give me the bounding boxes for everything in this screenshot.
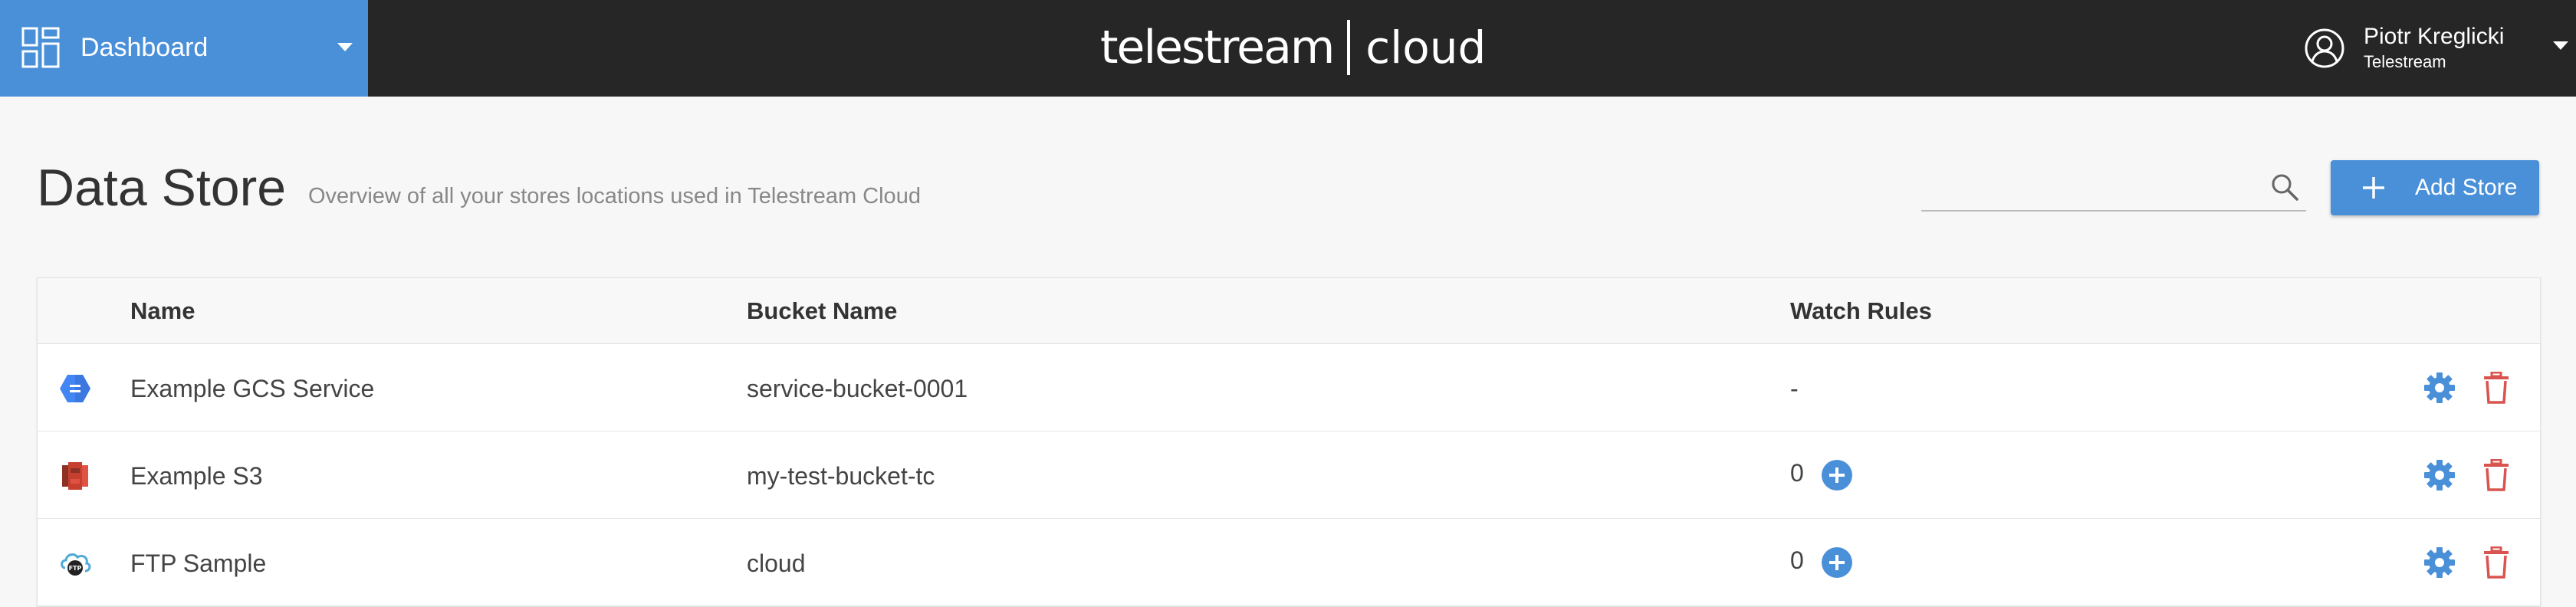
brand-logo: telestream cloud xyxy=(1100,17,1486,78)
delete-trash-icon[interactable] xyxy=(2482,459,2511,491)
page-title: Data Store xyxy=(37,159,287,217)
user-name: Piotr Kreglicki xyxy=(2364,24,2505,49)
watch-rules-count: 0 xyxy=(1790,459,1804,487)
delete-trash-icon[interactable] xyxy=(2482,372,2511,404)
add-watch-rule-icon[interactable] xyxy=(1821,546,1853,579)
table-header: Name Bucket Name Watch Rules xyxy=(38,278,2540,344)
user-menu[interactable]: Piotr Kreglicki Telestream xyxy=(2304,23,2568,74)
settings-gear-icon[interactable] xyxy=(2423,372,2456,404)
add-watch-rule-icon[interactable] xyxy=(1821,459,1853,491)
column-header-bucket-name[interactable]: Bucket Name xyxy=(747,297,897,326)
search-box xyxy=(1921,161,2306,212)
user-organization: Telestream xyxy=(2364,52,2446,71)
brand-name: telestream xyxy=(1100,21,1335,74)
svg-text:FTP: FTP xyxy=(69,565,82,572)
plus-icon xyxy=(2363,177,2384,199)
bucket-name: cloud xyxy=(747,550,806,577)
add-store-label: Add Store xyxy=(2415,175,2518,200)
data-store-table: Name Bucket Name Watch Rules Example GCS… xyxy=(37,277,2541,607)
delete-trash-icon[interactable] xyxy=(2482,546,2511,579)
chevron-down-icon xyxy=(2553,41,2568,50)
search-input[interactable] xyxy=(1921,166,2259,207)
watch-rules-value: - xyxy=(1790,375,1799,402)
store-name: Example S3 xyxy=(130,462,263,490)
bucket-name: service-bucket-0001 xyxy=(747,375,968,402)
table-row[interactable]: Example S3 my-test-bucket-tc 0 xyxy=(38,431,2540,519)
store-name: Example GCS Service xyxy=(130,375,375,402)
bucket-name: my-test-bucket-tc xyxy=(747,462,935,490)
add-store-button[interactable]: Add Store xyxy=(2331,160,2539,215)
settings-gear-icon[interactable] xyxy=(2423,546,2456,579)
dashboard-grid-icon xyxy=(21,27,60,68)
column-header-name[interactable]: Name xyxy=(130,297,195,326)
ftp-icon: FTP xyxy=(61,553,91,576)
gcs-icon xyxy=(60,375,90,402)
brand-product: cloud xyxy=(1365,21,1487,74)
top-bar: Dashboard telestream cloud Piotr Kreglic… xyxy=(0,0,2576,97)
dashboard-menu-label: Dashboard xyxy=(80,33,209,62)
settings-gear-icon[interactable] xyxy=(2423,459,2456,491)
table-row[interactable]: Example GCS Service service-bucket-0001 … xyxy=(38,344,2540,431)
search-icon[interactable] xyxy=(2269,172,2300,202)
user-avatar-icon xyxy=(2305,28,2344,68)
column-header-watch-rules[interactable]: Watch Rules xyxy=(1790,297,1932,326)
page-subtitle: Overview of all your stores locations us… xyxy=(308,184,921,208)
chevron-down-icon xyxy=(337,43,353,51)
watch-rules-count: 0 xyxy=(1790,546,1804,574)
dashboard-menu[interactable]: Dashboard xyxy=(0,0,368,97)
brand-divider xyxy=(1347,20,1351,75)
table-row[interactable]: FTP FTP Sample cloud 0 xyxy=(38,519,2540,606)
store-name: FTP Sample xyxy=(130,550,267,577)
s3-icon xyxy=(62,462,88,490)
